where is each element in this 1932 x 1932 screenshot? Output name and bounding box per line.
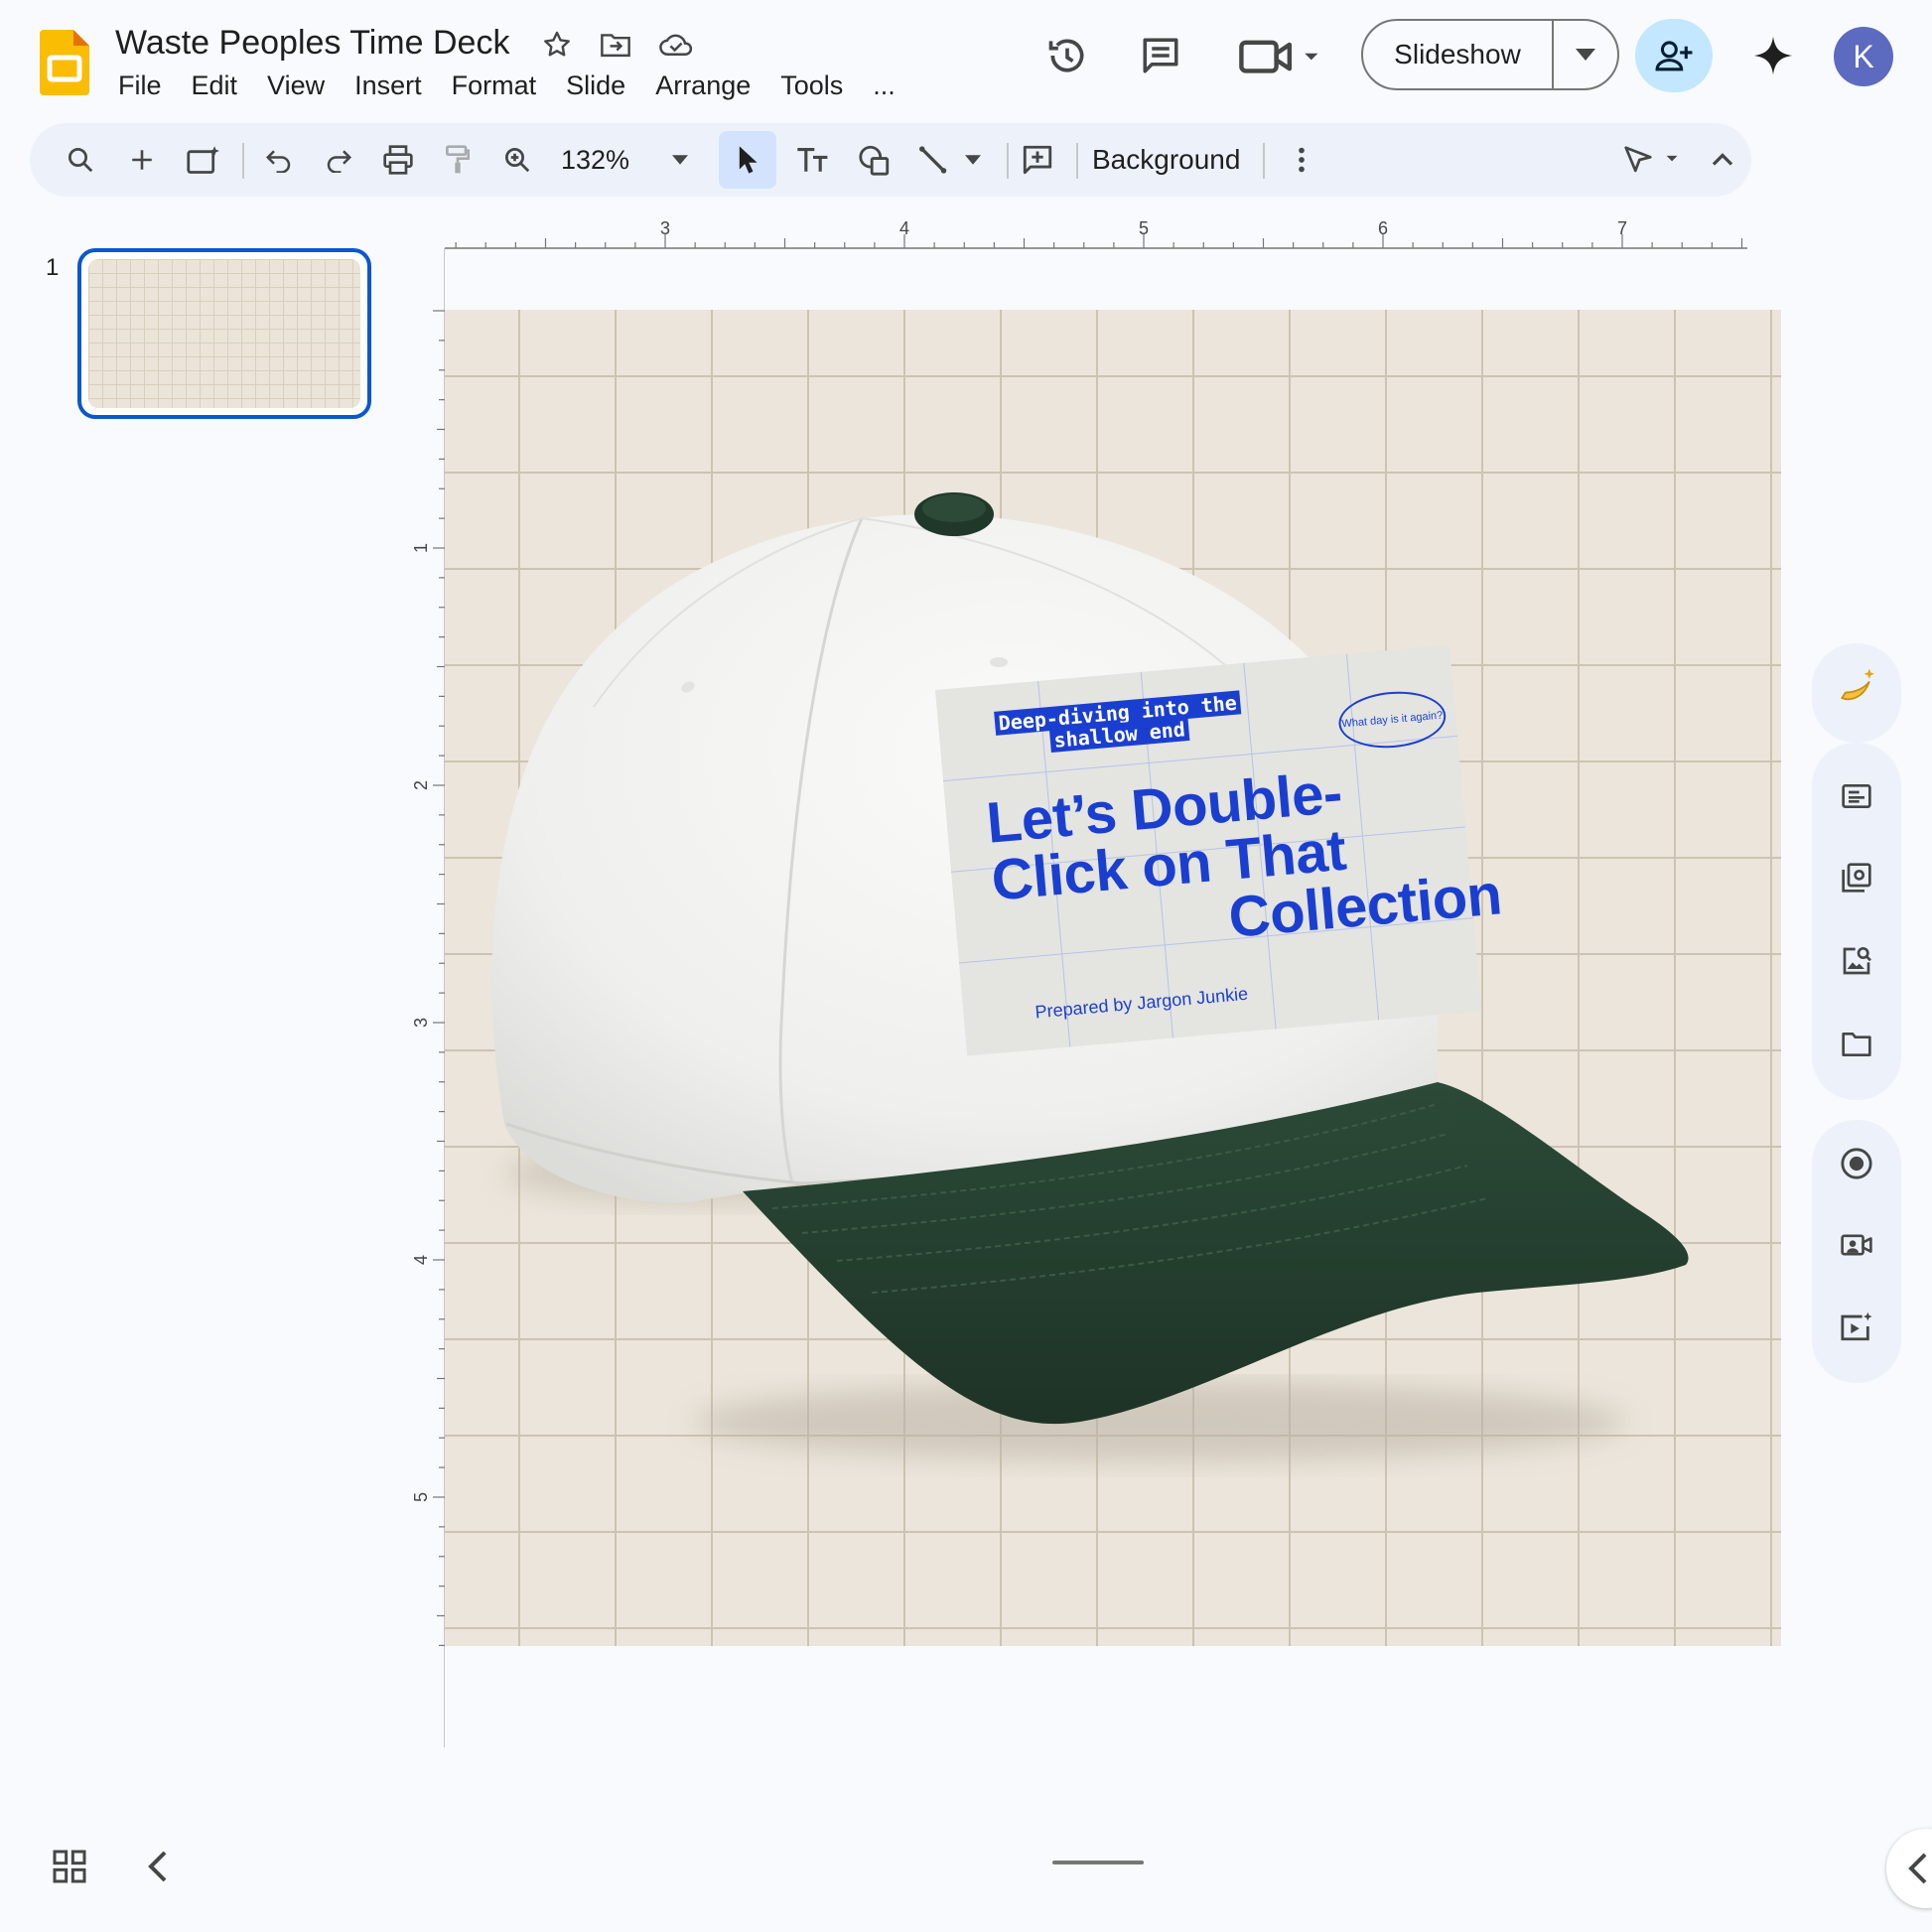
ruler-label-3: 3: [660, 218, 670, 238]
new-slide-with-layout-icon[interactable]: [179, 135, 228, 185]
more-options-icon[interactable]: [1277, 135, 1326, 185]
card-title: Let’s Double- Click on That Collection: [984, 751, 1513, 968]
chevron-left-icon: [1908, 1853, 1927, 1884]
print-icon[interactable]: [373, 135, 423, 185]
undo-icon[interactable]: [254, 135, 304, 185]
ruler-label-7: 7: [1617, 218, 1627, 238]
video-sparkle-icon[interactable]: [1825, 1295, 1888, 1358]
text-box-icon[interactable]: [788, 135, 838, 185]
menu-slide[interactable]: Slide: [551, 68, 640, 103]
editing-toolbar: 132% Background: [30, 123, 1751, 197]
menu-tools[interactable]: Tools: [765, 68, 858, 103]
vertical-ruler[interactable]: 1 2 3 4 5: [407, 308, 447, 1650]
shape-icon[interactable]: [850, 135, 899, 185]
card-tagline: Deep-diving into the shallow end: [983, 690, 1254, 757]
menu-view[interactable]: View: [252, 68, 340, 103]
slide-canvas[interactable]: Deep-diving into the shallow end What da…: [445, 310, 1781, 1646]
select-tool-icon[interactable]: [719, 131, 776, 189]
v-ruler-label-1: 1: [411, 543, 431, 553]
slides-logo-icon[interactable]: [40, 30, 89, 95]
record-icon[interactable]: [1825, 1132, 1888, 1195]
version-history-icon[interactable]: [1041, 30, 1093, 81]
gemini-sparkle-icon[interactable]: [1747, 30, 1799, 81]
line-type-dropdown-icon[interactable]: [953, 135, 993, 185]
paint-format-icon[interactable]: [433, 135, 483, 185]
menu-file[interactable]: File: [103, 68, 177, 103]
keep-notes-icon[interactable]: [1825, 764, 1888, 828]
zoom-icon[interactable]: [492, 135, 542, 185]
insert-comment-icon[interactable]: [1013, 135, 1062, 185]
slide-thumbnail-preview: [88, 259, 360, 408]
new-slide-icon[interactable]: [117, 135, 167, 185]
slideshow-button-group: Slideshow: [1361, 19, 1619, 90]
v-ruler-label-3: 3: [411, 1018, 431, 1028]
ruler-label-5: 5: [1139, 218, 1149, 238]
menu-edit[interactable]: Edit: [177, 68, 253, 103]
banana-sparkle-icon[interactable]: [1825, 655, 1888, 719]
search-menus-icon[interactable]: [56, 135, 105, 185]
line-icon[interactable]: [909, 135, 959, 185]
slideshow-button[interactable]: Slideshow: [1363, 21, 1554, 88]
redo-icon[interactable]: [314, 135, 363, 185]
comments-icon[interactable]: [1135, 30, 1186, 81]
horizontal-ruler[interactable]: 3 4 5 6 7: [445, 216, 1747, 250]
cloud-saved-icon[interactable]: [657, 26, 695, 64]
slide-number: 1: [46, 254, 60, 281]
menu-bar: File Edit View Insert Format Slide Arran…: [103, 68, 910, 103]
printed-slide-card: Deep-diving into the shallow end What da…: [935, 645, 1504, 1056]
grid-view-icon[interactable]: [50, 1847, 89, 1886]
document-title[interactable]: Waste Peoples Time Deck: [115, 22, 509, 64]
zoom-level[interactable]: 132%: [561, 141, 629, 179]
ruler-label-6: 6: [1378, 218, 1388, 238]
background-button[interactable]: Background: [1080, 139, 1252, 181]
side-panel-toggle[interactable]: [1886, 1829, 1932, 1908]
v-ruler-label-4: 4: [411, 1255, 431, 1265]
star-icon[interactable]: [538, 26, 576, 64]
chevron-down-icon: [1576, 49, 1595, 61]
card-speech-bubble: What day is it again?: [1336, 687, 1449, 753]
chevron-left-icon[interactable]: [145, 1849, 173, 1884]
folder-icon[interactable]: [1825, 1013, 1888, 1076]
menu-insert[interactable]: Insert: [340, 68, 437, 103]
slide-thumbnail[interactable]: [77, 248, 371, 419]
slides-library-icon[interactable]: [1825, 846, 1888, 909]
zoom-dropdown-icon[interactable]: [655, 135, 705, 185]
image-search-icon[interactable]: [1825, 929, 1888, 993]
ruler-label-4: 4: [899, 218, 909, 238]
menu-format[interactable]: Format: [437, 68, 552, 103]
v-ruler-label-5: 5: [411, 1492, 431, 1502]
move-folder-icon[interactable]: [597, 26, 634, 64]
menu-arrange[interactable]: Arrange: [640, 68, 765, 103]
speaker-notes-drag-handle[interactable]: [1052, 1861, 1144, 1864]
card-author: Prepared by Jargon Junkie: [1034, 983, 1249, 1023]
pointer-mode-icon[interactable]: [1618, 135, 1688, 185]
menu-more[interactable]: ...: [858, 68, 910, 103]
share-button[interactable]: [1635, 19, 1713, 92]
account-avatar[interactable]: K: [1834, 27, 1893, 86]
camera-icon[interactable]: [1825, 1213, 1888, 1277]
slideshow-options-dropdown[interactable]: [1554, 21, 1617, 88]
hide-menus-chevron-up-icon[interactable]: [1698, 135, 1747, 185]
add-person-icon: [1655, 41, 1693, 71]
v-ruler-label-2: 2: [411, 780, 431, 790]
meet-call-icon[interactable]: [1236, 30, 1325, 81]
